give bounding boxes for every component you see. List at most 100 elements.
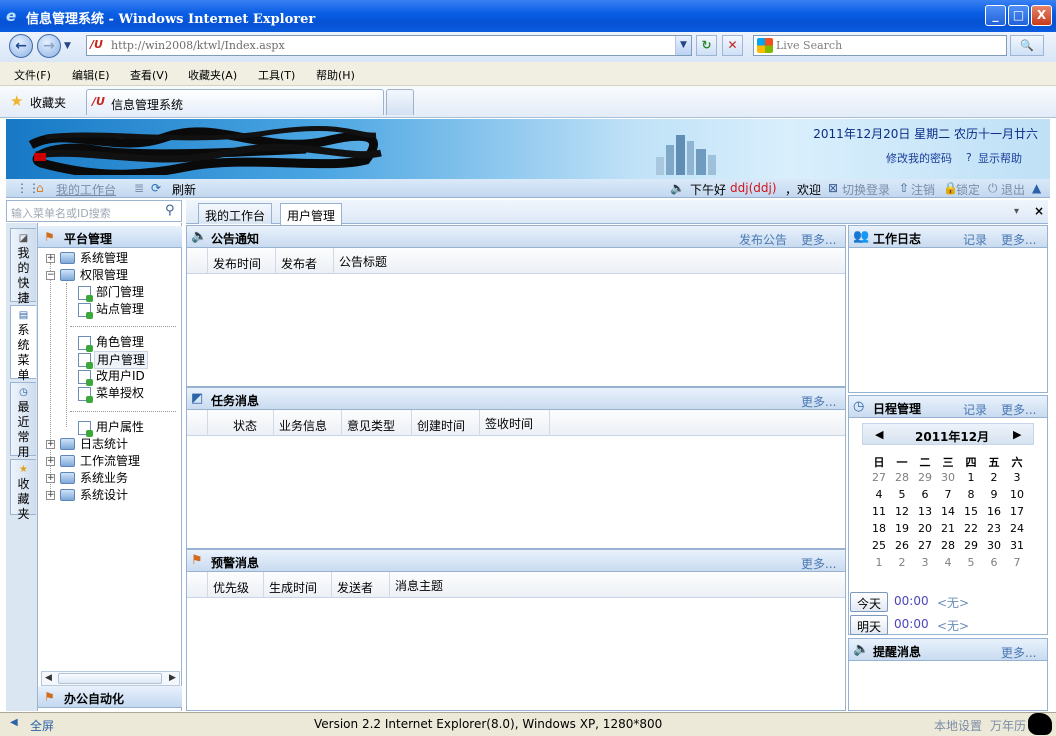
calendar-day[interactable]: 5 xyxy=(960,556,982,569)
col-title[interactable]: 公告标题 xyxy=(339,253,387,270)
more-link[interactable]: 更多... xyxy=(1001,644,1036,661)
stop-button[interactable]: ✕ xyxy=(722,35,743,56)
calendar-day[interactable]: 5 xyxy=(891,488,913,501)
calendar-day[interactable]: 16 xyxy=(983,505,1005,518)
tree-item-permission-management[interactable]: 权限管理 xyxy=(80,268,128,282)
calendar-day[interactable]: 4 xyxy=(868,488,890,501)
calendar-day[interactable]: 4 xyxy=(937,556,959,569)
calendar-day[interactable]: 9 xyxy=(983,488,1005,501)
tree-item-system-design[interactable]: 系统设计 xyxy=(80,488,128,502)
col-sender[interactable]: 发送者 xyxy=(337,579,373,596)
tab-my-workbench[interactable]: 我的工作台 xyxy=(198,203,273,224)
menu-view[interactable]: 查看(V) xyxy=(130,67,168,83)
calendar-day[interactable]: 15 xyxy=(960,505,982,518)
menu-file[interactable]: 文件(F) xyxy=(14,67,51,83)
history-dropdown-icon[interactable]: ▼ xyxy=(64,41,71,51)
tab-user-management[interactable]: 用户管理 xyxy=(280,203,343,225)
close-tab-icon[interactable]: × xyxy=(1034,204,1044,218)
calendar-day[interactable]: 8 xyxy=(960,488,982,501)
calendar-day[interactable]: 24 xyxy=(1006,522,1028,535)
calendar-day[interactable]: 1 xyxy=(868,556,890,569)
back-button[interactable]: ← xyxy=(9,34,33,58)
calendar-day[interactable]: 3 xyxy=(1006,471,1028,484)
col-status[interactable]: 状态 xyxy=(233,417,257,434)
tree-item-department-management[interactable]: 部门管理 xyxy=(96,285,144,299)
menu-favorites[interactable]: 收藏夹(A) xyxy=(188,67,237,83)
calendar-day[interactable]: 27 xyxy=(914,539,936,552)
tomorrow-schedule[interactable]: <无> xyxy=(937,617,969,634)
expand-icon[interactable]: + xyxy=(46,457,55,466)
calendar-day[interactable]: 30 xyxy=(937,471,959,484)
close-window-button[interactable]: X xyxy=(1031,5,1052,26)
calendar-day[interactable]: 29 xyxy=(960,539,982,552)
vtab-system-menu[interactable]: ▤ 系统菜单 xyxy=(10,305,36,382)
new-tab-button[interactable] xyxy=(386,89,414,115)
lock-link[interactable]: 锁定 xyxy=(956,181,980,198)
search-icon[interactable]: ⚲ xyxy=(165,203,175,218)
col-priority[interactable]: 优先级 xyxy=(213,579,249,596)
tree-item-change-user-id[interactable]: 改用户ID xyxy=(96,369,145,383)
calendar-day[interactable]: 31 xyxy=(1006,539,1028,552)
scroll-right-icon[interactable]: ▶ xyxy=(169,673,176,683)
menu-help[interactable]: 帮助(H) xyxy=(316,67,355,83)
calendar-link[interactable]: 万年历 xyxy=(990,717,1026,734)
vtab-favorites[interactable]: ★ 收藏夹 xyxy=(10,459,36,521)
collapse-banner-icon[interactable]: ▲ xyxy=(1032,181,1041,195)
refresh-page-button[interactable]: ↻ xyxy=(696,35,717,56)
expand-icon[interactable]: + xyxy=(46,440,55,449)
calendar-day[interactable]: 27 xyxy=(868,471,890,484)
search-button[interactable]: 🔍 xyxy=(1010,35,1044,56)
calendar-day[interactable]: 26 xyxy=(891,539,913,552)
expand-icon[interactable]: + xyxy=(46,254,55,263)
office-automation-header[interactable]: ⚑ 办公自动化 xyxy=(38,686,182,708)
tree-item-role-management[interactable]: 角色管理 xyxy=(96,335,144,349)
col-generated-time[interactable]: 生成时间 xyxy=(269,579,317,596)
collapse-left-icon[interactable]: ◀ xyxy=(10,717,18,728)
calendar-day[interactable]: 7 xyxy=(937,488,959,501)
maximize-button[interactable]: □ xyxy=(1008,5,1029,26)
calendar-day[interactable]: 2 xyxy=(983,471,1005,484)
more-link[interactable]: 更多... xyxy=(801,555,836,572)
calendar-day[interactable]: 21 xyxy=(937,522,959,535)
tree-item-site-management[interactable]: 站点管理 xyxy=(96,302,144,316)
calendar-day[interactable]: 28 xyxy=(937,539,959,552)
tree-item-workflow-management[interactable]: 工作流管理 xyxy=(80,454,140,468)
show-help-link[interactable]: 显示帮助 xyxy=(978,150,1022,166)
calendar-day[interactable]: 30 xyxy=(983,539,1005,552)
tree-item-menu-authorization[interactable]: 菜单授权 xyxy=(96,386,144,400)
calendar-day[interactable]: 13 xyxy=(914,505,936,518)
menu-search-input[interactable]: 输入菜单名或ID搜索 ⚲ xyxy=(6,200,182,222)
minimize-button[interactable]: _ xyxy=(985,5,1006,26)
favorites-star-icon[interactable]: ★ xyxy=(10,92,23,110)
vtab-my-shortcuts[interactable]: ◪ 我的快捷 xyxy=(10,228,36,305)
calendar-day[interactable]: 17 xyxy=(1006,505,1028,518)
tree-item-log-statistics[interactable]: 日志统计 xyxy=(80,437,128,451)
expand-icon[interactable]: + xyxy=(46,491,55,500)
scroll-left-icon[interactable]: ◀ xyxy=(45,673,52,683)
calendar-day[interactable]: 22 xyxy=(960,522,982,535)
tab-list-dropdown-icon[interactable]: ▾ xyxy=(1014,206,1019,217)
fullscreen-link[interactable]: 全屏 xyxy=(30,717,54,734)
col-create-time[interactable]: 创建时间 xyxy=(417,417,465,434)
favorites-label[interactable]: 收藏夹 xyxy=(30,94,66,111)
live-search-field[interactable]: Live Search xyxy=(753,35,1007,56)
collapse-icon[interactable]: − xyxy=(46,271,55,280)
col-publisher[interactable]: 发布者 xyxy=(281,255,317,272)
next-month-icon[interactable]: ▶ xyxy=(1013,428,1021,441)
more-link[interactable]: 更多... xyxy=(801,231,836,248)
logout-link[interactable]: 注销 xyxy=(911,181,935,198)
local-settings-link[interactable]: 本地设置 xyxy=(934,717,982,734)
col-sign-time[interactable]: 签收时间 xyxy=(485,415,533,432)
col-business-info[interactable]: 业务信息 xyxy=(279,417,327,434)
calendar-day[interactable]: 18 xyxy=(868,522,890,535)
address-bar[interactable]: ∕U http://win2008/ktwl/Index.aspx ▼ xyxy=(86,35,692,56)
calendar-day[interactable]: 10 xyxy=(1006,488,1028,501)
calendar-day[interactable]: 14 xyxy=(937,505,959,518)
calendar-day[interactable]: 23 xyxy=(983,522,1005,535)
change-password-link[interactable]: 修改我的密码 xyxy=(886,150,952,166)
col-subject[interactable]: 消息主题 xyxy=(395,577,443,594)
prev-month-icon[interactable]: ◀ xyxy=(875,428,883,441)
my-workbench-link[interactable]: 我的工作台 xyxy=(56,181,116,198)
col-opinion-type[interactable]: 意见类型 xyxy=(347,417,395,434)
more-link[interactable]: 更多... xyxy=(1001,231,1036,248)
